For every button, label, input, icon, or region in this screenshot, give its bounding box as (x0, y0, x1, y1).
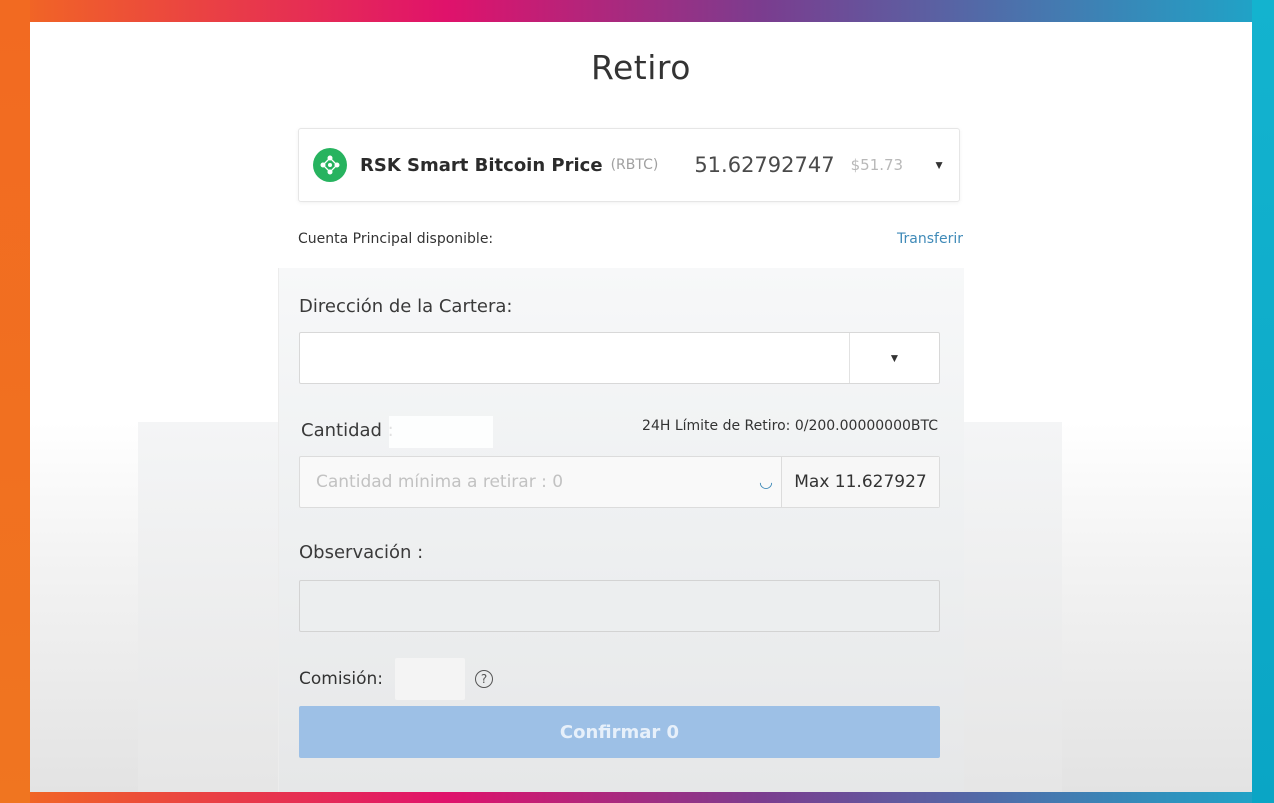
available-account-label: Cuenta Principal disponible: (298, 231, 494, 247)
coin-balance: 51.62792747 (694, 153, 835, 177)
coin-symbol: (RBTC) (610, 157, 659, 173)
note-label: Observación : (299, 542, 424, 563)
page-title: Retiro (591, 48, 691, 87)
fee-value (395, 658, 466, 700)
frame-right-strip (1252, 0, 1274, 803)
confirm-button[interactable]: Confirmar 0 (299, 706, 940, 758)
transfer-link[interactable]: Transferir (897, 231, 963, 247)
account-row: Cuenta Principal disponible: Transferir (298, 228, 963, 250)
withdraw-form: Dirección de la Cartera: ▼ Cantidad : 24… (278, 268, 964, 792)
frame-left-strip (0, 0, 30, 803)
rsk-coin-icon (313, 148, 347, 182)
wallet-address-input[interactable] (300, 333, 849, 383)
fee-row: Comisión: ? (299, 658, 494, 700)
amount-label: Cantidad : (301, 420, 394, 441)
max-amount-button[interactable]: Max 11.627927 (781, 457, 939, 507)
wallet-address-label: Dirección de la Cartera: (299, 296, 513, 317)
fee-label: Comisión: (299, 669, 384, 689)
note-input[interactable] (299, 580, 940, 632)
caret-down-icon[interactable]: ▼ (933, 158, 945, 172)
redaction-block (389, 416, 493, 448)
loading-spinner-icon: ◡ (759, 474, 773, 491)
wallet-address-field[interactable]: ▼ (299, 332, 940, 384)
caret-down-icon[interactable]: ▼ (849, 333, 939, 383)
amount-input[interactable] (300, 457, 751, 507)
amount-field: ◡ Max 11.627927 (299, 456, 940, 508)
withdraw-page: Retiro RSK Smart Bitcoin Price (RBTC) 51… (30, 22, 1252, 792)
withdraw-limit-text: 24H Límite de Retiro: 0/200.00000000BTC (642, 418, 938, 434)
coin-name: RSK Smart Bitcoin Price (360, 154, 603, 176)
coin-selector[interactable]: RSK Smart Bitcoin Price (RBTC) 51.627927… (298, 128, 960, 202)
help-icon[interactable]: ? (475, 670, 494, 688)
coin-usd-value: $51.73 (850, 156, 904, 174)
